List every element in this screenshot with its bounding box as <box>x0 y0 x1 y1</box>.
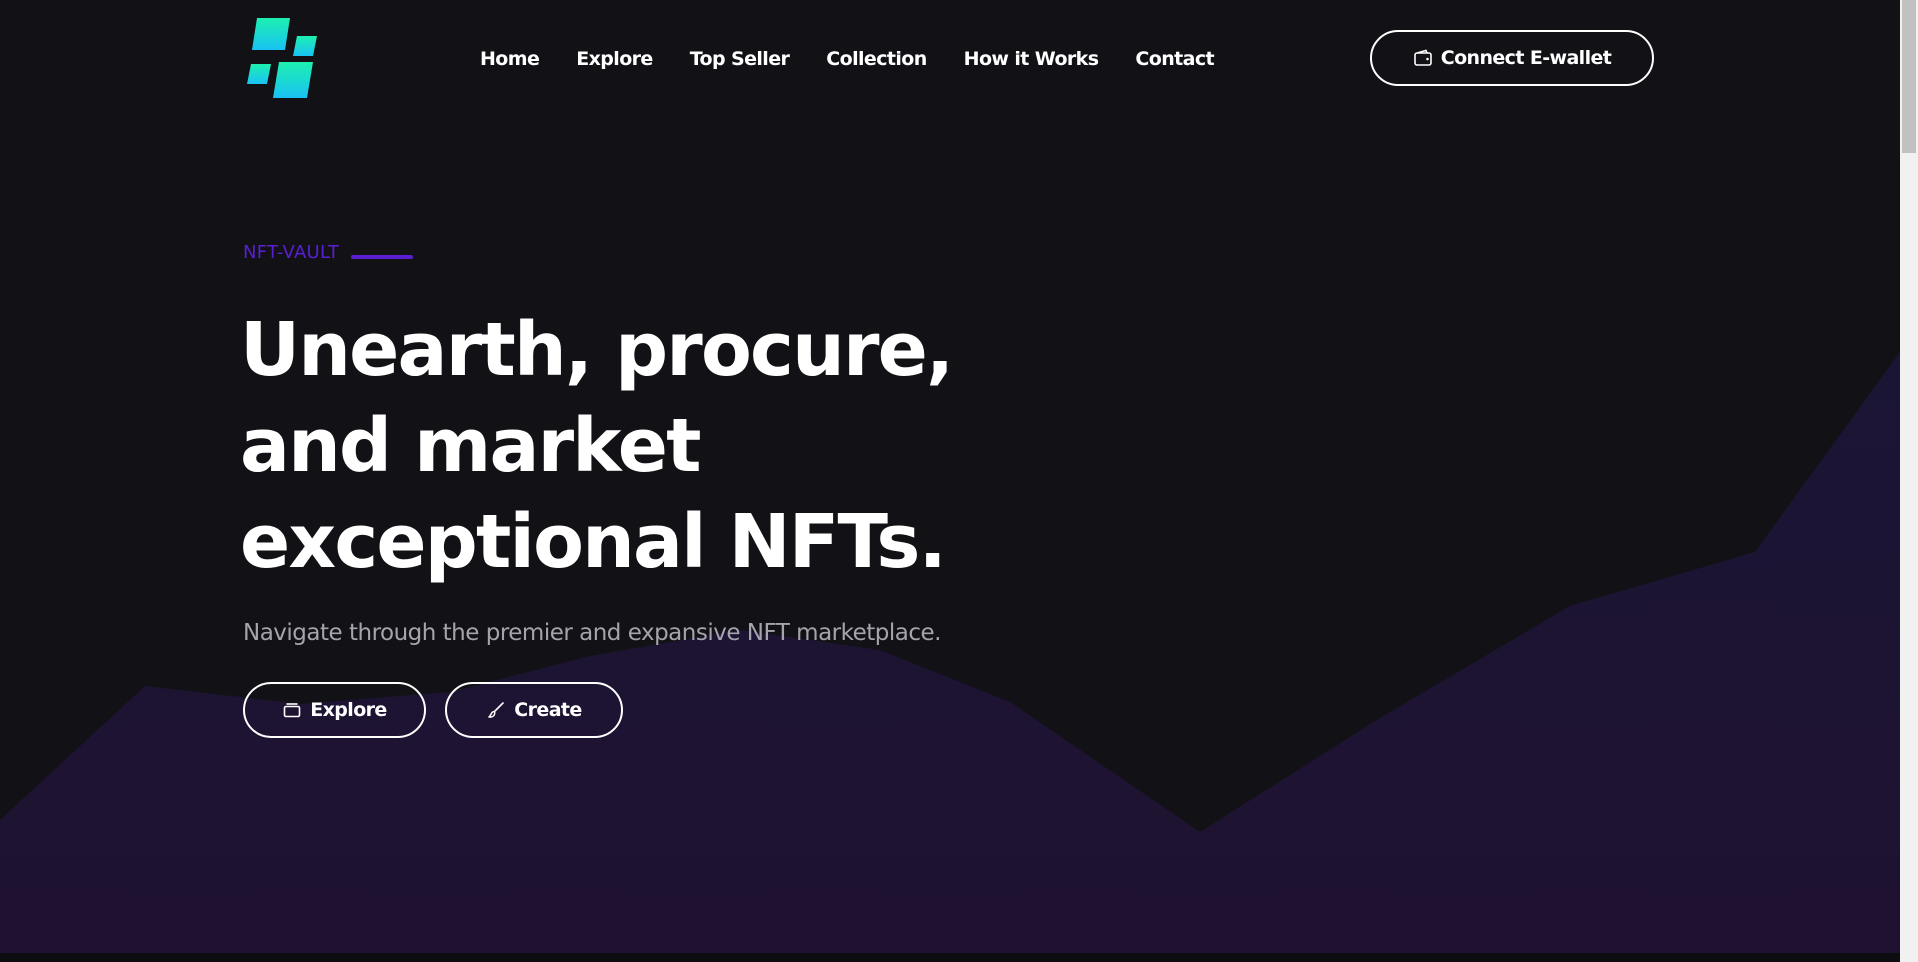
headline-line-2: and market <box>240 403 701 489</box>
main-nav: Home Explore Top Seller Collection How i… <box>480 44 1251 74</box>
create-button-label: Create <box>514 699 582 721</box>
explore-button[interactable]: Explore <box>243 682 426 738</box>
hero-headline: Unearth, procure, and market exceptional… <box>240 302 1060 590</box>
explore-button-label: Explore <box>310 699 387 721</box>
eyebrow-text: NFT-VAULT <box>243 242 340 263</box>
hero-eyebrow: NFT-VAULT <box>243 242 414 263</box>
headline-line-3: exceptional NFTs. <box>240 499 947 585</box>
headline-line-1: Unearth, procure, <box>240 307 954 393</box>
connect-wallet-label: Connect E-wallet <box>1440 47 1612 69</box>
nav-item-contact[interactable]: Contact <box>1135 48 1214 70</box>
page: Home Explore Top Seller Collection How i… <box>0 0 1918 962</box>
nav-item-explore[interactable]: Explore <box>576 48 653 70</box>
scrollbar-thumb[interactable] <box>1902 0 1916 153</box>
bottom-strip <box>0 953 1900 962</box>
wallet-icon <box>1413 48 1433 68</box>
nav-item-home[interactable]: Home <box>480 48 540 70</box>
nav-item-top-seller[interactable]: Top Seller <box>690 48 790 70</box>
scrollbar[interactable] <box>1900 0 1918 962</box>
brush-icon <box>486 700 506 720</box>
nav-item-collection[interactable]: Collection <box>826 48 927 70</box>
hero-subtitle: Navigate through the premier and expansi… <box>243 620 942 646</box>
create-button[interactable]: Create <box>445 682 623 738</box>
connect-wallet-button[interactable]: Connect E-wallet <box>1370 30 1654 86</box>
nav-item-how-it-works[interactable]: How it Works <box>964 48 1099 70</box>
eyebrow-underline <box>351 254 414 259</box>
folder-icon <box>282 700 302 720</box>
logo-icon[interactable] <box>243 16 328 101</box>
